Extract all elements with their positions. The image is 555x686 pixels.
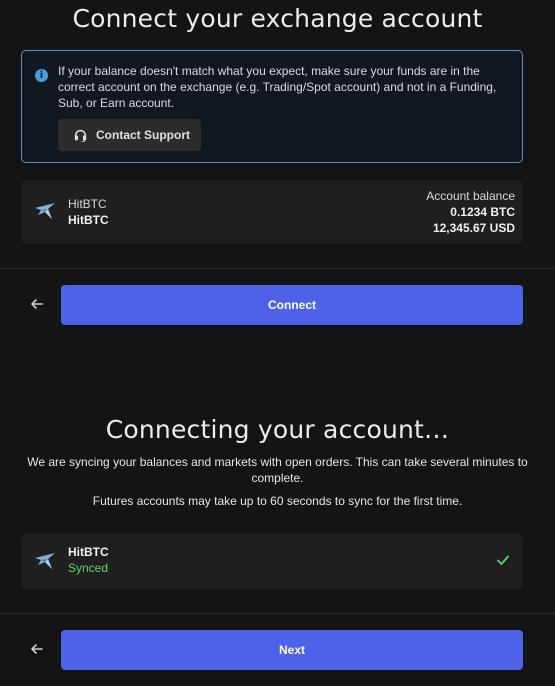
futures-note: Futures accounts may take up to 60 secon… [92,494,463,508]
exchange-name: HitBTC [68,197,107,211]
back-arrow-icon[interactable] [27,294,47,314]
info-text: If your balance doesn't match what you e… [58,64,497,110]
back-arrow-icon[interactable] [27,639,47,659]
exchange-account-name: HitBTC [68,213,109,227]
contact-support-button[interactable]: Contact Support [58,119,201,151]
page-title: Connect your exchange account [72,4,483,33]
hitbtc-logo-icon [35,553,55,569]
balance-usd: 12,345.67 USD [432,221,515,235]
info-icon: i [35,69,48,82]
divider [0,268,555,269]
exchange-name: HitBTC [68,545,109,559]
connecting-title: Connecting your account… [105,415,450,444]
sync-description: We are syncing your balances and markets… [27,455,528,485]
exchange-sync-card: HitBTC Synced [21,533,523,589]
hitbtc-logo-icon [35,203,55,219]
connect-button[interactable]: Connect [61,285,523,325]
headset-icon [74,129,87,142]
sync-status: Synced [68,561,109,575]
contact-support-label: Contact Support [96,128,190,142]
next-button[interactable]: Next [61,630,523,670]
account-balance-label: Account balance [426,189,515,203]
divider [0,613,555,614]
exchange-account-card: HitBTC HitBTC Account balance 0.1234 BTC… [21,180,523,244]
balance-info-notice: i If your balance doesn't match what you… [21,50,523,163]
check-icon [497,555,509,565]
balance-btc: 0.1234 BTC [450,205,515,219]
